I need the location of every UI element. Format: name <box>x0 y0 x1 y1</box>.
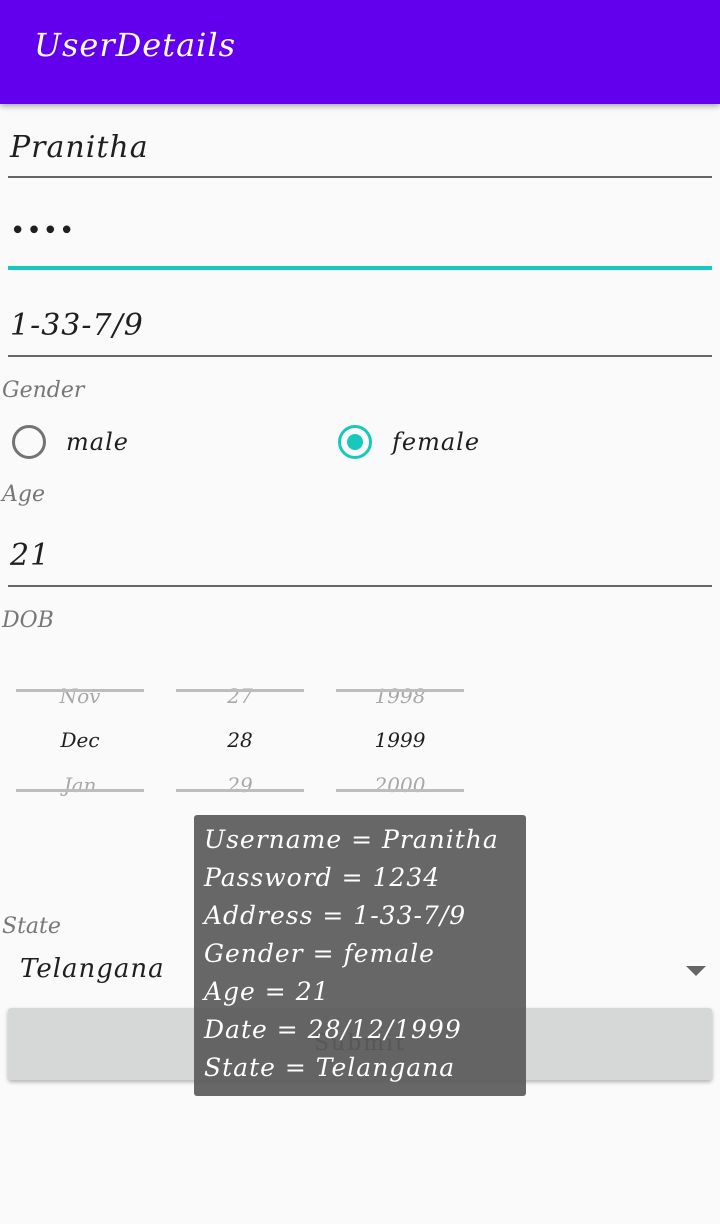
toast-message: Username = Pranitha Password = 1234 Addr… <box>194 815 526 1096</box>
toast-line-age: Age = 21 <box>204 977 330 1006</box>
dropdown-arrow-icon[interactable] <box>686 966 706 976</box>
state-label: State <box>2 914 61 939</box>
month-next[interactable]: Jan <box>16 773 144 797</box>
radio-female-button[interactable] <box>338 425 372 459</box>
address-underline <box>8 355 712 357</box>
password-value: •••• <box>10 216 76 246</box>
age-label: Age <box>2 482 45 507</box>
age-underline <box>8 585 712 587</box>
radio-male-label: male <box>66 428 129 456</box>
toast-line-gender: Gender = female <box>204 939 435 968</box>
password-underline <box>8 266 712 270</box>
app-title: UserDetails <box>34 26 237 64</box>
day-divider-bottom <box>176 789 304 792</box>
toast-line-state: State = Telangana <box>204 1053 456 1082</box>
radio-male-button[interactable] <box>12 425 46 459</box>
year-selected[interactable]: 1999 <box>336 728 464 752</box>
day-divider-top <box>176 689 304 692</box>
toast-line-password: Password = 1234 <box>204 863 441 892</box>
dob-year-picker[interactable]: 1998 1999 2000 <box>336 660 464 820</box>
radio-male[interactable]: male <box>12 425 129 459</box>
radio-female[interactable]: female <box>338 425 480 459</box>
year-divider-bottom <box>336 789 464 792</box>
gender-label: Gender <box>2 378 85 403</box>
month-divider-bottom <box>16 789 144 792</box>
state-spinner-value: Telangana <box>20 954 165 984</box>
username-field[interactable]: Pranitha <box>8 118 712 180</box>
username-value: Pranitha <box>10 130 149 165</box>
year-divider-top <box>336 689 464 692</box>
toast-line-username: Username = Pranitha <box>204 825 499 854</box>
toast-line-date: Date = 28/12/1999 <box>204 1015 462 1044</box>
month-prev[interactable]: Nov <box>16 684 144 708</box>
dob-month-picker[interactable]: Nov Dec Jan <box>16 660 144 820</box>
radio-female-label: female <box>392 428 481 456</box>
year-next[interactable]: 2000 <box>336 773 464 797</box>
app-bar: UserDetails <box>0 0 720 104</box>
password-field[interactable]: •••• <box>8 206 712 272</box>
age-value: 21 <box>10 538 51 573</box>
address-value: 1-33-7/9 <box>10 308 144 343</box>
day-next[interactable]: 29 <box>176 773 304 797</box>
age-field[interactable]: 21 <box>8 528 712 590</box>
month-divider-top <box>16 689 144 692</box>
address-field[interactable]: 1-33-7/9 <box>8 298 712 360</box>
year-prev[interactable]: 1998 <box>336 684 464 708</box>
toast-line-address: Address = 1-33-7/9 <box>204 901 467 930</box>
month-selected[interactable]: Dec <box>16 728 144 752</box>
dob-label: DOB <box>2 608 54 633</box>
dob-day-picker[interactable]: 27 28 29 <box>176 660 304 820</box>
day-prev[interactable]: 27 <box>176 684 304 708</box>
username-underline <box>8 176 712 178</box>
day-selected[interactable]: 28 <box>176 728 304 752</box>
